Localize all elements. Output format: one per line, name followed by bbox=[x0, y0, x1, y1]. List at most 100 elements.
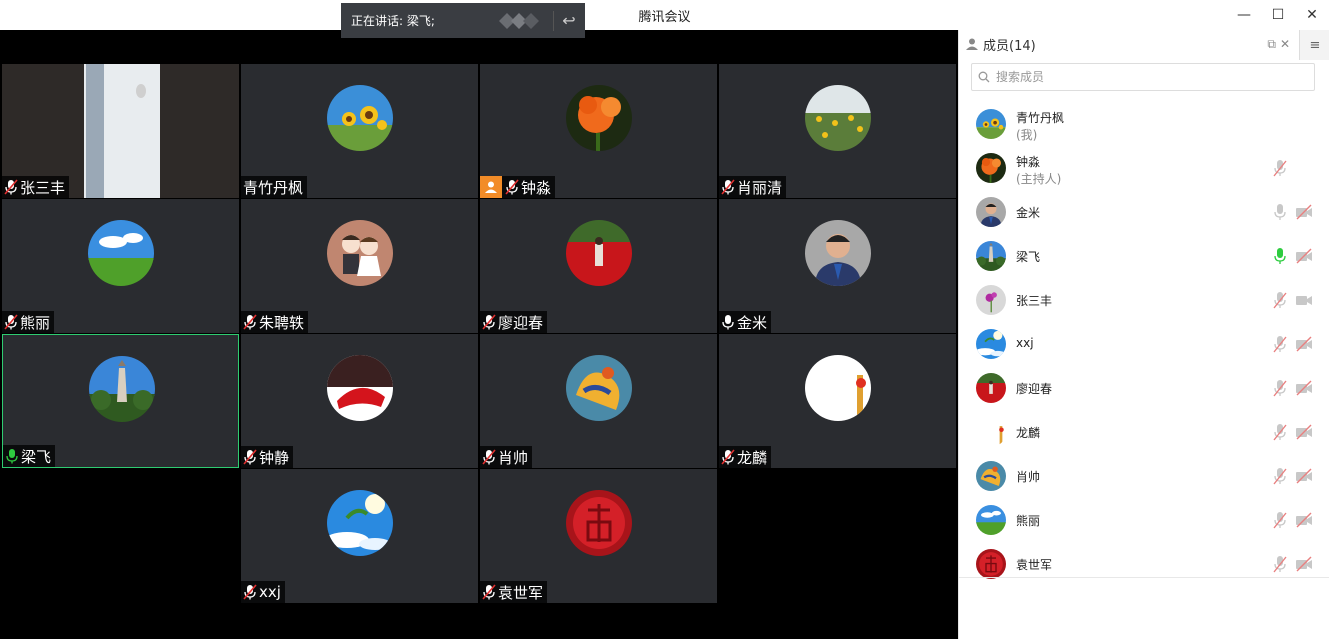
avatar bbox=[976, 197, 1006, 227]
participant-label: 廖迎春 bbox=[480, 311, 548, 333]
video-tile[interactable]: 钟静 bbox=[241, 334, 478, 468]
participant-label: 朱聘轶 bbox=[241, 311, 309, 333]
avatar bbox=[566, 355, 632, 421]
video-tile[interactable]: 金米 bbox=[719, 199, 956, 333]
close-button[interactable]: ✕ bbox=[1295, 0, 1329, 30]
video-tile[interactable]: 龙麟 bbox=[719, 334, 956, 468]
participant-name: 钟淼 bbox=[521, 178, 552, 197]
member-name: 袁世军 bbox=[1016, 558, 1053, 572]
member-row[interactable]: xxj bbox=[959, 322, 1329, 366]
avatar bbox=[976, 153, 1006, 183]
divider bbox=[959, 577, 1329, 578]
member-name: 熊丽 bbox=[1016, 514, 1041, 528]
member-name: 金米 bbox=[1016, 206, 1041, 220]
participant-name: 青竹丹枫 bbox=[243, 178, 304, 197]
video-tile[interactable]: 肖丽清 bbox=[719, 64, 956, 198]
mic-muted-icon[interactable] bbox=[1272, 291, 1288, 309]
video-tile[interactable]: 袁世军 bbox=[480, 469, 717, 603]
member-row[interactable]: 梁飞 bbox=[959, 234, 1329, 278]
return-icon[interactable]: ↩ bbox=[559, 11, 579, 31]
member-row[interactable]: 钟淼 (主持人) bbox=[959, 146, 1329, 190]
popout-icon[interactable]: ⧉ bbox=[1267, 37, 1276, 52]
mic-muted-icon[interactable] bbox=[1272, 159, 1288, 177]
participant-label: 青竹丹枫 bbox=[241, 176, 308, 198]
participant-label: xxj bbox=[241, 581, 285, 603]
mic-muted-icon bbox=[482, 449, 496, 465]
member-role: (我) bbox=[1016, 128, 1038, 142]
avatar bbox=[88, 220, 154, 286]
avatar bbox=[327, 490, 393, 556]
mic-muted-icon bbox=[721, 179, 735, 195]
member-name: 张三丰 bbox=[1016, 294, 1053, 308]
video-tile[interactable]: 张三丰 bbox=[2, 64, 239, 198]
avatar bbox=[976, 461, 1006, 491]
mic-muted-icon[interactable] bbox=[1272, 379, 1288, 397]
participant-label: 龙麟 bbox=[719, 446, 772, 468]
video-tile[interactable]: 肖帅 bbox=[480, 334, 717, 468]
video-tile[interactable]: 青竹丹枫 bbox=[241, 64, 478, 198]
mic-muted-icon[interactable] bbox=[1272, 423, 1288, 441]
mic-icon bbox=[722, 315, 734, 330]
camera-off-icon[interactable] bbox=[1295, 248, 1313, 264]
camera-icon[interactable] bbox=[1295, 292, 1313, 308]
app-title: 腾讯会议 bbox=[638, 10, 691, 25]
mic-muted-icon[interactable] bbox=[1272, 335, 1288, 353]
member-row[interactable]: 肖帅 bbox=[959, 454, 1329, 498]
avatar bbox=[327, 220, 393, 286]
window-controls: — ☐ ✕ bbox=[1227, 0, 1329, 30]
avatar bbox=[566, 490, 632, 556]
camera-off-icon[interactable] bbox=[1295, 512, 1313, 528]
video-tile[interactable]: 朱聘轶 bbox=[241, 199, 478, 333]
participant-label: 熊丽 bbox=[2, 311, 55, 333]
members-header: 成员(14) ⧉ ✕ ≡ bbox=[959, 30, 1329, 60]
member-row[interactable]: 廖迎春 bbox=[959, 366, 1329, 410]
member-row[interactable]: 金米 bbox=[959, 190, 1329, 234]
mic-muted-icon[interactable] bbox=[1272, 467, 1288, 485]
member-row[interactable]: 袁世军 bbox=[959, 542, 1329, 579]
maximize-button[interactable]: ☐ bbox=[1261, 0, 1295, 30]
mic-muted-icon[interactable] bbox=[1272, 555, 1288, 573]
participant-label: 肖丽清 bbox=[719, 176, 787, 198]
search-input[interactable] bbox=[994, 69, 1298, 85]
camera-off-icon[interactable] bbox=[1295, 424, 1313, 440]
camera-off-icon[interactable] bbox=[1295, 468, 1313, 484]
video-tile[interactable]: 廖迎春 bbox=[480, 199, 717, 333]
avatar bbox=[805, 355, 871, 421]
avatar bbox=[976, 241, 1006, 271]
participant-label: 张三丰 bbox=[2, 176, 70, 198]
mic-muted-icon bbox=[505, 179, 519, 195]
video-tile[interactable]: 梁飞 bbox=[2, 334, 239, 468]
mic-muted-icon bbox=[482, 584, 496, 600]
search-box[interactable] bbox=[971, 63, 1315, 91]
avatar bbox=[566, 220, 632, 286]
camera-off-icon[interactable] bbox=[1295, 204, 1313, 220]
avatar bbox=[976, 505, 1006, 535]
camera-off-icon[interactable] bbox=[1295, 556, 1313, 572]
member-row[interactable]: 张三丰 bbox=[959, 278, 1329, 322]
mic-muted-icon[interactable] bbox=[1272, 511, 1288, 529]
video-tile[interactable]: 熊丽 bbox=[2, 199, 239, 333]
video-grid: 张三丰 青竹丹枫 钟淼 肖丽清熊丽 朱聘轶 廖迎春 金米梁飞 钟静 肖帅 龙麟 xxj 袁世军 bbox=[0, 30, 958, 639]
participant-label: 肖帅 bbox=[480, 446, 533, 468]
member-row[interactable]: 熊丽 bbox=[959, 498, 1329, 542]
video-tile[interactable]: 钟淼 bbox=[480, 64, 717, 198]
avatar bbox=[976, 329, 1006, 359]
host-icon bbox=[480, 176, 502, 198]
avatar bbox=[566, 85, 632, 151]
mic-icon[interactable] bbox=[1272, 247, 1288, 265]
member-row[interactable]: 青竹丹枫 (我) bbox=[959, 102, 1329, 146]
participant-name: 熊丽 bbox=[20, 313, 51, 332]
avatar bbox=[976, 285, 1006, 315]
user-icon bbox=[966, 38, 978, 50]
minimize-button[interactable]: — bbox=[1227, 0, 1261, 30]
avatar bbox=[976, 417, 1006, 447]
avatar bbox=[976, 549, 1006, 579]
camera-off-icon[interactable] bbox=[1295, 336, 1313, 352]
avatar bbox=[89, 356, 155, 422]
video-tile[interactable]: xxj bbox=[241, 469, 478, 603]
camera-off-icon[interactable] bbox=[1295, 380, 1313, 396]
member-row[interactable]: 龙麟 bbox=[959, 410, 1329, 454]
close-panel-icon[interactable]: ✕ bbox=[1280, 37, 1290, 52]
mic-icon[interactable] bbox=[1272, 203, 1288, 221]
menu-icon[interactable]: ≡ bbox=[1299, 30, 1329, 60]
